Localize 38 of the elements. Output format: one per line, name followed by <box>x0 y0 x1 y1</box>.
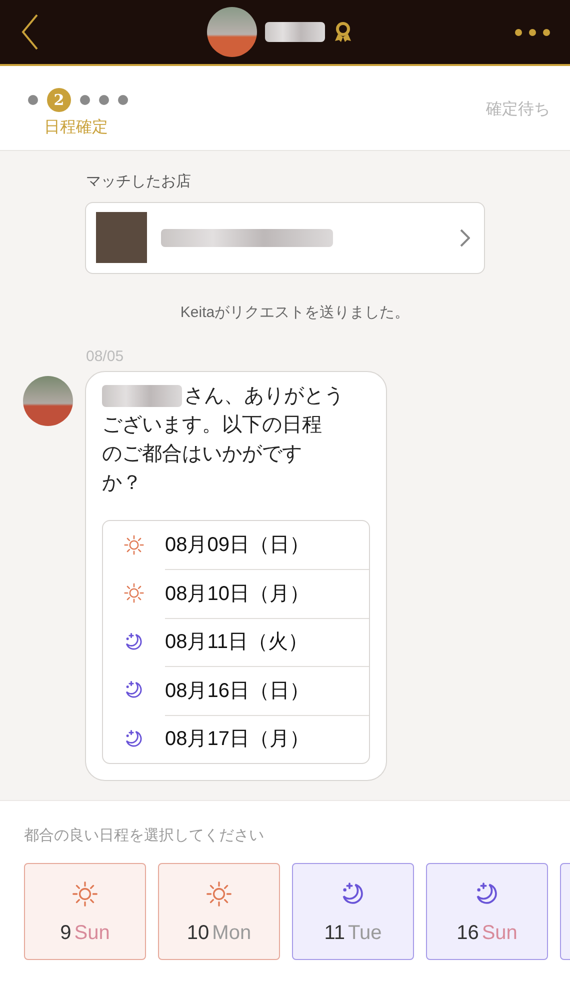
status-label: 確定待ち <box>486 100 550 120</box>
date-option[interactable]: 08月10日（月） <box>165 578 310 609</box>
date-option[interactable]: 08月16日（日） <box>165 676 310 706</box>
card-day: 16 <box>456 918 479 948</box>
date-card[interactable]: 9 Sun <box>24 863 146 960</box>
system-message: Keitaがリクエストを送りました。 <box>180 302 410 322</box>
shop-heading: マッチしたお店 <box>86 172 191 192</box>
date-option[interactable]: 08月17日（月） <box>165 724 310 754</box>
sun-icon <box>123 582 145 604</box>
message-text: ございます。以下の日程のご都合はいかがですか？ <box>102 412 323 496</box>
date-card[interactable]: 11 Tue <box>292 863 414 960</box>
card-day: 10 <box>186 918 210 948</box>
card-weekday: Tue <box>348 921 382 946</box>
date-card[interactable]: 10 Mon <box>158 863 280 960</box>
date-option[interactable]: 08月11日（火） <box>165 627 308 658</box>
moon-icon <box>123 728 145 750</box>
moon-icon <box>123 630 145 653</box>
card-day: 11 <box>324 918 346 948</box>
step-current: 2 <box>47 88 71 112</box>
sun-icon <box>123 534 145 556</box>
card-weekday: Sun <box>74 921 110 946</box>
photo-placeholder <box>96 212 147 263</box>
badge-icon <box>332 21 352 43</box>
card-day: 9 <box>60 918 72 948</box>
chevron-right-icon <box>460 228 470 246</box>
message-date: 08/05 <box>86 347 124 367</box>
sun-icon <box>71 880 99 908</box>
picker-prompt: 都合の良い日程を選択してください <box>24 826 264 846</box>
card-weekday: Mon <box>212 921 252 946</box>
sun-icon <box>205 880 233 908</box>
shop-card[interactable] <box>85 202 485 274</box>
step-label: 日程確定 <box>44 118 109 138</box>
more-icon[interactable] <box>515 28 550 36</box>
blurred-name <box>264 22 324 42</box>
date-card[interactable]: 16 Sun <box>426 863 548 960</box>
card-weekday: Sun <box>482 921 518 946</box>
message-text: さん、ありがとう <box>184 384 344 408</box>
date-option[interactable]: 08月09日（日） <box>165 530 310 560</box>
